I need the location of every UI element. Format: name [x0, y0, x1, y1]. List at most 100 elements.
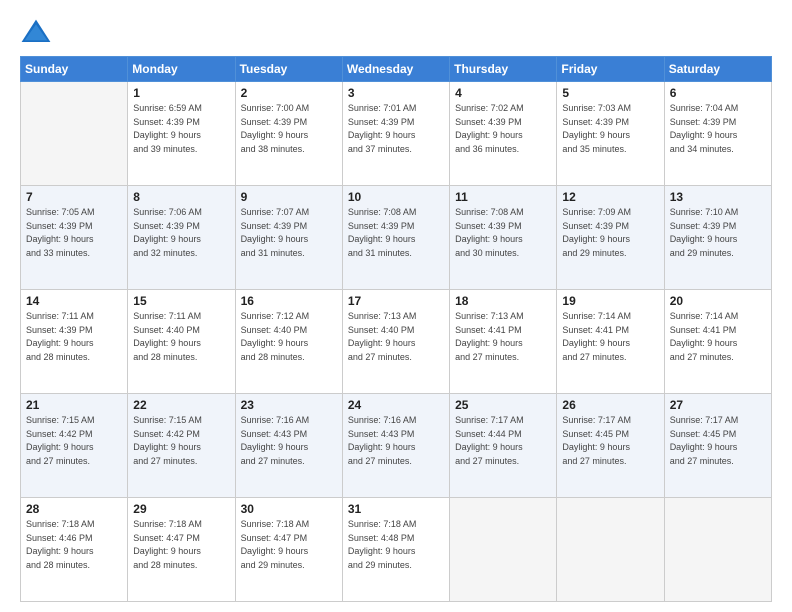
day-info: Sunrise: 7:11 AMSunset: 4:39 PMDaylight:…: [26, 310, 122, 364]
day-info: Sunrise: 7:00 AMSunset: 4:39 PMDaylight:…: [241, 102, 337, 156]
calendar-header-friday: Friday: [557, 57, 664, 82]
day-number: 14: [26, 294, 122, 308]
day-info: Sunrise: 7:17 AMSunset: 4:44 PMDaylight:…: [455, 414, 551, 468]
calendar-cell: 7 Sunrise: 7:05 AMSunset: 4:39 PMDaylight…: [21, 186, 128, 290]
calendar-week-row: 14 Sunrise: 7:11 AMSunset: 4:39 PMDayligh…: [21, 290, 772, 394]
day-number: 11: [455, 190, 551, 204]
calendar-cell: 9 Sunrise: 7:07 AMSunset: 4:39 PMDaylight…: [235, 186, 342, 290]
calendar-cell: [450, 498, 557, 602]
day-number: 29: [133, 502, 229, 516]
day-info: Sunrise: 7:15 AMSunset: 4:42 PMDaylight:…: [133, 414, 229, 468]
day-info: Sunrise: 7:05 AMSunset: 4:39 PMDaylight:…: [26, 206, 122, 260]
calendar-cell: 2 Sunrise: 7:00 AMSunset: 4:39 PMDaylight…: [235, 82, 342, 186]
day-number: 25: [455, 398, 551, 412]
day-info: Sunrise: 7:08 AMSunset: 4:39 PMDaylight:…: [348, 206, 444, 260]
calendar-cell: 25 Sunrise: 7:17 AMSunset: 4:44 PMDayligh…: [450, 394, 557, 498]
calendar-cell: 3 Sunrise: 7:01 AMSunset: 4:39 PMDaylight…: [342, 82, 449, 186]
header: [20, 18, 772, 46]
day-number: 20: [670, 294, 766, 308]
calendar-header-wednesday: Wednesday: [342, 57, 449, 82]
day-number: 28: [26, 502, 122, 516]
day-number: 3: [348, 86, 444, 100]
calendar-cell: 15Sunrise: 7:11 AMSunset: 4:40 PMDayligh…: [128, 290, 235, 394]
calendar-cell: 20Sunrise: 7:14 AMSunset: 4:41 PMDayligh…: [664, 290, 771, 394]
calendar-cell: 19 Sunrise: 7:14 AMSunset: 4:41 PMDayligh…: [557, 290, 664, 394]
calendar-cell: 27 Sunrise: 7:17 AMSunset: 4:45 PMDayligh…: [664, 394, 771, 498]
day-info: Sunrise: 7:06 AMSunset: 4:39 PMDaylight:…: [133, 206, 229, 260]
day-info: Sunrise: 7:17 AMSunset: 4:45 PMDaylight:…: [562, 414, 658, 468]
day-info: Sunrise: 7:13 AMSunset: 4:40 PMDaylight:…: [348, 310, 444, 364]
day-info: Sunrise: 7:18 AMSunset: 4:47 PMDaylight:…: [241, 518, 337, 572]
calendar-week-row: 21 Sunrise: 7:15 AMSunset: 4:42 PMDayligh…: [21, 394, 772, 498]
day-number: 9: [241, 190, 337, 204]
calendar-cell: 13Sunrise: 7:10 AMSunset: 4:39 PMDayligh…: [664, 186, 771, 290]
calendar-cell: 10 Sunrise: 7:08 AMSunset: 4:39 PMDayligh…: [342, 186, 449, 290]
calendar-table: SundayMondayTuesdayWednesdayThursdayFrid…: [20, 56, 772, 602]
day-number: 27: [670, 398, 766, 412]
day-info: Sunrise: 7:13 AMSunset: 4:41 PMDaylight:…: [455, 310, 551, 364]
calendar-cell: 23Sunrise: 7:16 AMSunset: 4:43 PMDayligh…: [235, 394, 342, 498]
calendar-cell: [21, 82, 128, 186]
calendar-week-row: 1 Sunrise: 6:59 AMSunset: 4:39 PMDaylight…: [21, 82, 772, 186]
calendar-cell: 21Sunrise: 7:15 AMSunset: 4:42 PMDayligh…: [21, 394, 128, 498]
day-info: Sunrise: 7:11 AMSunset: 4:40 PMDaylight:…: [133, 310, 229, 364]
calendar-cell: 5 Sunrise: 7:03 AMSunset: 4:39 PMDaylight…: [557, 82, 664, 186]
day-number: 18: [455, 294, 551, 308]
calendar-cell: 29Sunrise: 7:18 AMSunset: 4:47 PMDayligh…: [128, 498, 235, 602]
calendar-cell: [557, 498, 664, 602]
calendar-week-row: 28 Sunrise: 7:18 AMSunset: 4:46 PMDayligh…: [21, 498, 772, 602]
day-info: Sunrise: 7:03 AMSunset: 4:39 PMDaylight:…: [562, 102, 658, 156]
day-number: 30: [241, 502, 337, 516]
day-info: Sunrise: 7:04 AMSunset: 4:39 PMDaylight:…: [670, 102, 766, 156]
calendar-cell: 26 Sunrise: 7:17 AMSunset: 4:45 PMDayligh…: [557, 394, 664, 498]
logo-icon: [20, 18, 52, 46]
calendar-header-thursday: Thursday: [450, 57, 557, 82]
day-number: 16: [241, 294, 337, 308]
calendar-cell: 28 Sunrise: 7:18 AMSunset: 4:46 PMDayligh…: [21, 498, 128, 602]
calendar-header-sunday: Sunday: [21, 57, 128, 82]
day-number: 4: [455, 86, 551, 100]
day-info: Sunrise: 7:18 AMSunset: 4:46 PMDaylight:…: [26, 518, 122, 572]
calendar-cell: 14 Sunrise: 7:11 AMSunset: 4:39 PMDayligh…: [21, 290, 128, 394]
calendar-cell: 4 Sunrise: 7:02 AMSunset: 4:39 PMDaylight…: [450, 82, 557, 186]
day-number: 23: [241, 398, 337, 412]
calendar-header-monday: Monday: [128, 57, 235, 82]
day-number: 21: [26, 398, 122, 412]
day-number: 2: [241, 86, 337, 100]
calendar-cell: 16 Sunrise: 7:12 AMSunset: 4:40 PMDayligh…: [235, 290, 342, 394]
calendar-cell: [664, 498, 771, 602]
calendar-cell: 11 Sunrise: 7:08 AMSunset: 4:39 PMDayligh…: [450, 186, 557, 290]
calendar-cell: 1 Sunrise: 6:59 AMSunset: 4:39 PMDaylight…: [128, 82, 235, 186]
calendar-cell: 17Sunrise: 7:13 AMSunset: 4:40 PMDayligh…: [342, 290, 449, 394]
day-number: 6: [670, 86, 766, 100]
day-number: 26: [562, 398, 658, 412]
day-info: Sunrise: 7:17 AMSunset: 4:45 PMDaylight:…: [670, 414, 766, 468]
calendar-header-row: SundayMondayTuesdayWednesdayThursdayFrid…: [21, 57, 772, 82]
calendar-cell: 30 Sunrise: 7:18 AMSunset: 4:47 PMDayligh…: [235, 498, 342, 602]
day-number: 8: [133, 190, 229, 204]
day-info: Sunrise: 7:14 AMSunset: 4:41 PMDaylight:…: [562, 310, 658, 364]
day-number: 31: [348, 502, 444, 516]
logo: [20, 18, 58, 46]
calendar-header-saturday: Saturday: [664, 57, 771, 82]
day-number: 19: [562, 294, 658, 308]
calendar-cell: 24Sunrise: 7:16 AMSunset: 4:43 PMDayligh…: [342, 394, 449, 498]
day-info: Sunrise: 6:59 AMSunset: 4:39 PMDaylight:…: [133, 102, 229, 156]
day-info: Sunrise: 7:08 AMSunset: 4:39 PMDaylight:…: [455, 206, 551, 260]
day-info: Sunrise: 7:12 AMSunset: 4:40 PMDaylight:…: [241, 310, 337, 364]
calendar-header-tuesday: Tuesday: [235, 57, 342, 82]
day-info: Sunrise: 7:07 AMSunset: 4:39 PMDaylight:…: [241, 206, 337, 260]
day-number: 5: [562, 86, 658, 100]
day-number: 10: [348, 190, 444, 204]
day-number: 24: [348, 398, 444, 412]
day-info: Sunrise: 7:01 AMSunset: 4:39 PMDaylight:…: [348, 102, 444, 156]
day-info: Sunrise: 7:02 AMSunset: 4:39 PMDaylight:…: [455, 102, 551, 156]
day-number: 1: [133, 86, 229, 100]
day-number: 7: [26, 190, 122, 204]
day-number: 13: [670, 190, 766, 204]
day-info: Sunrise: 7:09 AMSunset: 4:39 PMDaylight:…: [562, 206, 658, 260]
calendar-cell: 6 Sunrise: 7:04 AMSunset: 4:39 PMDaylight…: [664, 82, 771, 186]
calendar-cell: 22Sunrise: 7:15 AMSunset: 4:42 PMDayligh…: [128, 394, 235, 498]
calendar-cell: 18 Sunrise: 7:13 AMSunset: 4:41 PMDayligh…: [450, 290, 557, 394]
calendar-cell: 12Sunrise: 7:09 AMSunset: 4:39 PMDayligh…: [557, 186, 664, 290]
